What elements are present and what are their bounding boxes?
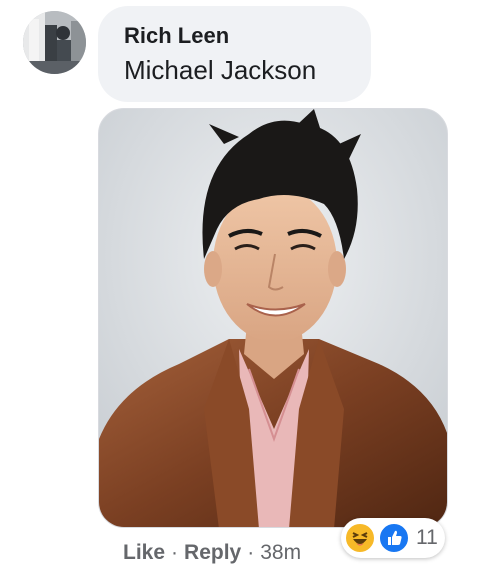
haha-icon	[344, 522, 376, 554]
avatar-image	[23, 11, 86, 74]
comment-text: Michael Jackson	[124, 55, 317, 85]
reactions-summary[interactable]: 11	[341, 518, 445, 558]
like-icon	[378, 522, 410, 554]
separator: ·	[247, 541, 255, 564]
portrait-image	[99, 109, 447, 527]
comment-photo[interactable]	[98, 108, 448, 528]
comment-bubble: Rich Leen Michael Jackson	[98, 6, 371, 102]
like-link[interactable]: Like	[123, 541, 165, 564]
comment-author[interactable]: Rich Leen	[124, 22, 371, 50]
timestamp[interactable]: 38m	[260, 541, 301, 564]
reply-link[interactable]: Reply	[184, 541, 241, 564]
separator: ·	[171, 541, 179, 564]
comment-actions: Like · Reply · 38m	[123, 539, 301, 567]
avatar[interactable]	[23, 11, 86, 74]
reaction-count: 11	[416, 526, 438, 549]
